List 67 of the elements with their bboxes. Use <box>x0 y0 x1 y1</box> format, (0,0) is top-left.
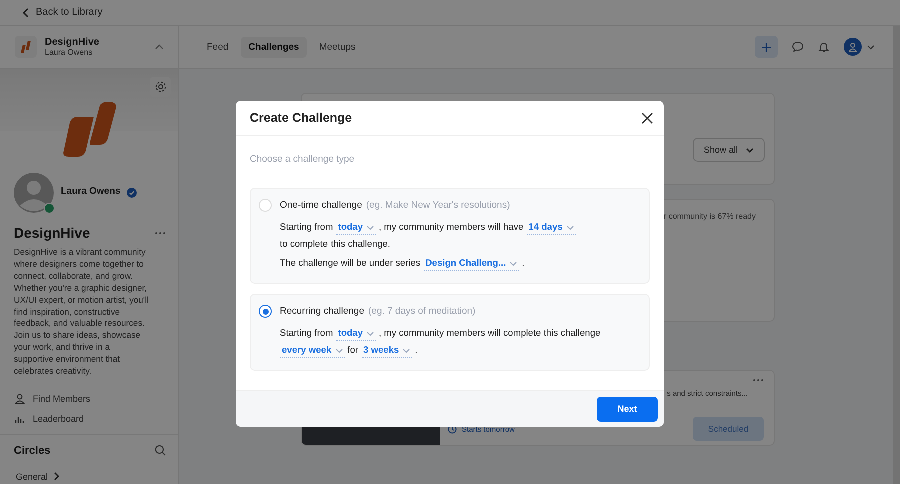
sentence-text: to complete <box>280 239 328 249</box>
bell-icon[interactable] <box>818 41 830 53</box>
community-name: DesignHive <box>45 37 100 48</box>
chevron-down-icon <box>367 226 374 230</box>
back-link[interactable]: Back to Library <box>22 7 103 18</box>
verified-badge-icon <box>126 188 137 198</box>
sentence-text: for <box>348 345 358 355</box>
chevron-up-icon <box>155 44 164 50</box>
sentence-text: . <box>415 345 418 355</box>
sentence-text: The challenge will be under series <box>280 258 421 268</box>
inline-dropdown[interactable]: every week <box>280 344 345 358</box>
nav-tab[interactable]: Challenges <box>240 36 308 58</box>
section-title: Circles <box>14 444 51 457</box>
chevron-right-icon <box>54 472 60 482</box>
more-options-icon[interactable] <box>155 232 166 234</box>
sentence-text: Starting from <box>280 328 334 338</box>
sentence-text: . <box>522 258 525 268</box>
inline-dropdown[interactable]: today <box>336 327 376 341</box>
search-icon[interactable] <box>155 445 166 456</box>
next-button[interactable]: Next <box>597 396 658 422</box>
sentence-text: , my community members will complete this challenge <box>379 328 601 338</box>
chevron-down-icon <box>566 226 574 230</box>
filter-dropdown[interactable]: Show all <box>692 138 765 162</box>
chevron-left-icon <box>22 8 30 18</box>
sentence-text: this challenge. <box>331 239 390 249</box>
avatar[interactable] <box>14 173 54 213</box>
challenge-option[interactable]: One-time challenge (eg. Make New Year's resolutions) Starting from today , my community members will have 14 days to complete this challenge. The challenge will be under series Design Challeng... . <box>250 188 650 284</box>
community-title: DesignHive <box>14 225 90 241</box>
user-avatar-icon[interactable] <box>844 38 862 56</box>
sentence-text: Starting from <box>280 222 334 232</box>
radio-button[interactable] <box>259 305 272 318</box>
chevron-down-icon <box>336 348 343 352</box>
circle-link[interactable]: General <box>0 456 178 482</box>
progress-text: r community is 67% ready <box>664 212 756 221</box>
community-logo-icon <box>15 36 37 58</box>
community-description: DesignHive is a vibrant community where designers come together to connect, collaborate, and grow. Whether you're a graphic designer, UX/UI expert, or motion artist, you'll find inspiration, constructive feedback, and valuable resources. Join us to share ideas, showcase your work, and thrive in a supportive environment that celebrates creativity. <box>14 247 150 378</box>
chevron-down-icon <box>403 348 410 352</box>
online-status-dot <box>44 203 55 214</box>
nav-tab[interactable]: Meetups <box>311 36 364 58</box>
sidebar-link[interactable]: Find Members <box>15 394 178 404</box>
chevron-down-icon[interactable] <box>867 44 875 50</box>
create-button[interactable] <box>755 36 778 58</box>
chevron-down-icon <box>510 262 518 266</box>
plus-icon <box>762 42 771 52</box>
more-options-icon[interactable] <box>753 379 764 382</box>
inline-dropdown[interactable]: Design Challeng... <box>424 257 520 271</box>
chevron-down-icon <box>746 148 754 152</box>
sidebar-link[interactable]: Leaderboard <box>15 414 178 424</box>
chat-bubble-icon[interactable] <box>792 41 804 53</box>
chevron-down-icon <box>367 332 374 336</box>
inline-dropdown[interactable]: 14 days <box>526 221 576 235</box>
sentence-text: , my community members will have <box>379 222 524 232</box>
inline-dropdown[interactable]: today <box>336 221 376 235</box>
dialog-subtitle: Choose a challenge type <box>250 154 356 165</box>
inline-dropdown[interactable]: 3 weeks <box>362 344 412 358</box>
person-icon <box>15 394 25 404</box>
challenge-option[interactable]: Recurring challenge (eg. 7 days of meditation) Starting from today , my community members will complete this challenge every week for 3 weeks . <box>250 294 650 371</box>
nav-tab[interactable]: Feed <box>199 36 237 58</box>
option-title: Recurring challenge <box>280 306 364 317</box>
option-title: One-time challenge <box>280 200 362 211</box>
profile-name: Laura Owens <box>61 186 121 196</box>
settings-icon <box>154 81 166 93</box>
dialog-title: Create Challenge <box>250 111 352 125</box>
option-hint: (eg. 7 days of meditation) <box>368 306 476 317</box>
user-name: Laura Owens <box>45 48 94 57</box>
option-hint: (eg. Make New Year's resolutions) <box>366 200 510 211</box>
close-icon[interactable] <box>642 112 653 124</box>
